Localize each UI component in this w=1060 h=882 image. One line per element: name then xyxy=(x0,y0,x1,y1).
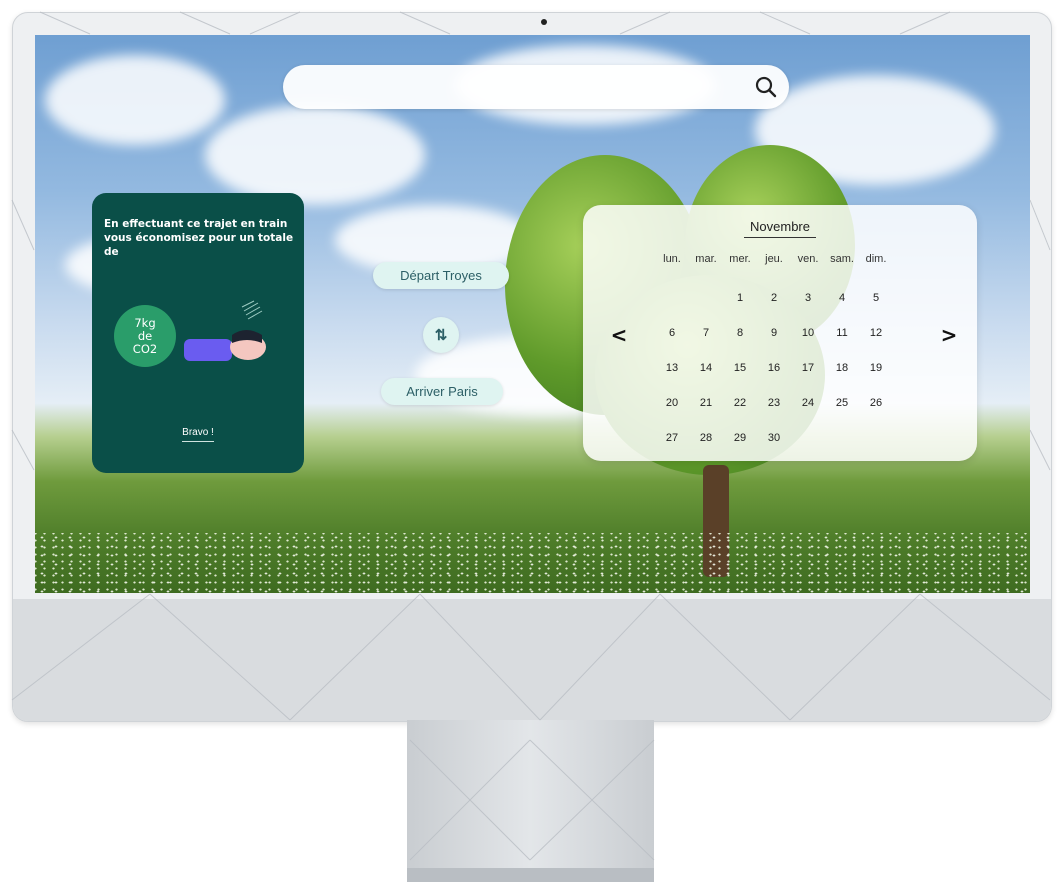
calendar-day[interactable]: 11 xyxy=(825,319,859,354)
calendar-day[interactable]: 27 xyxy=(655,424,689,459)
calendar-empty-cell xyxy=(655,284,689,319)
calendar-day[interactable]: 7 xyxy=(689,319,723,354)
calendar-day[interactable]: 30 xyxy=(757,424,791,459)
co2-value-unit: CO2 xyxy=(132,341,158,356)
calendar-day[interactable]: 20 xyxy=(655,389,689,424)
calendar-day[interactable]: 29 xyxy=(723,424,757,459)
monitor-chin xyxy=(13,599,1051,721)
calendar-day[interactable]: 3 xyxy=(791,284,825,319)
calendar-grid: lun. mar. mer. jeu. ven. sam. dim. 1 2 3… xyxy=(655,249,893,459)
calendar-month-title: Novembre xyxy=(583,219,977,238)
calendar-day[interactable]: 17 xyxy=(791,354,825,389)
bravo-text: Bravo ! xyxy=(92,427,304,442)
calendar-month-label: Novembre xyxy=(744,219,816,238)
calendar-day[interactable]: 9 xyxy=(757,319,791,354)
calendar-day[interactable]: 21 xyxy=(689,389,723,424)
calendar-day[interactable]: 4 xyxy=(825,284,859,319)
calendar-day[interactable]: 19 xyxy=(859,354,893,389)
search-icon xyxy=(755,76,777,98)
calendar-day[interactable]: 23 xyxy=(757,389,791,424)
co2-value-de: de xyxy=(137,328,153,343)
calendar-day[interactable]: 1 xyxy=(723,284,757,319)
calendar-day[interactable]: 22 xyxy=(723,389,757,424)
calendar-day[interactable]: 5 xyxy=(859,284,893,319)
calendar-day[interactable]: 18 xyxy=(825,354,859,389)
desktop-screen: En effectuant ce trajet en train vous éc… xyxy=(35,35,1030,593)
departure-button[interactable]: Départ Troyes xyxy=(373,262,509,289)
calendar-empty-cell xyxy=(689,284,723,319)
meadow-flowers xyxy=(35,533,1030,593)
calendar-day[interactable]: 26 xyxy=(859,389,893,424)
search-bar[interactable] xyxy=(283,65,789,109)
weekday-header: lun. xyxy=(663,253,681,265)
calendar-day[interactable]: 14 xyxy=(689,354,723,389)
calendar-day[interactable]: 6 xyxy=(655,319,689,354)
search-button[interactable] xyxy=(749,70,783,104)
cloud xyxy=(205,105,425,205)
weekday-header: mar. xyxy=(695,253,717,265)
calendar-widget: Novembre < > lun. mar. mer. jeu. ven. sa… xyxy=(583,205,977,461)
calendar-day[interactable]: 2 xyxy=(757,284,791,319)
stand-foot xyxy=(407,868,654,882)
calendar-next-button[interactable]: > xyxy=(937,323,961,347)
weekday-header: ven. xyxy=(797,253,819,265)
co2-savings-card: En effectuant ce trajet en train vous éc… xyxy=(92,193,304,473)
weekday-header: mer. xyxy=(729,253,751,265)
cloud xyxy=(45,55,225,145)
weekday-header: dim. xyxy=(865,253,887,265)
calendar-day[interactable]: 16 xyxy=(757,354,791,389)
arrival-button[interactable]: Arriver Paris xyxy=(381,378,503,405)
swap-route-button[interactable]: ⇅ xyxy=(423,317,459,353)
bravo-label: Bravo ! xyxy=(182,427,214,442)
calendar-day[interactable]: 13 xyxy=(655,354,689,389)
calendar-day[interactable]: 12 xyxy=(859,319,893,354)
calendar-day[interactable]: 28 xyxy=(689,424,723,459)
person-illustration xyxy=(184,300,266,361)
weekday-header: sam. xyxy=(830,253,854,265)
co2-message: En effectuant ce trajet en train vous éc… xyxy=(104,218,294,258)
calendar-day[interactable]: 25 xyxy=(825,389,859,424)
calendar-day[interactable]: 10 xyxy=(791,319,825,354)
camera-dot xyxy=(541,19,547,25)
co2-value-amount: 7kg xyxy=(134,315,156,330)
co2-value-badge: 7kg de CO2 xyxy=(114,305,176,367)
monitor-stand xyxy=(407,720,654,882)
weekday-header: jeu. xyxy=(765,253,783,265)
calendar-day[interactable]: 24 xyxy=(791,389,825,424)
calendar-day[interactable]: 8 xyxy=(723,319,757,354)
calendar-day[interactable]: 15 xyxy=(723,354,757,389)
calendar-prev-button[interactable]: < xyxy=(607,323,631,347)
